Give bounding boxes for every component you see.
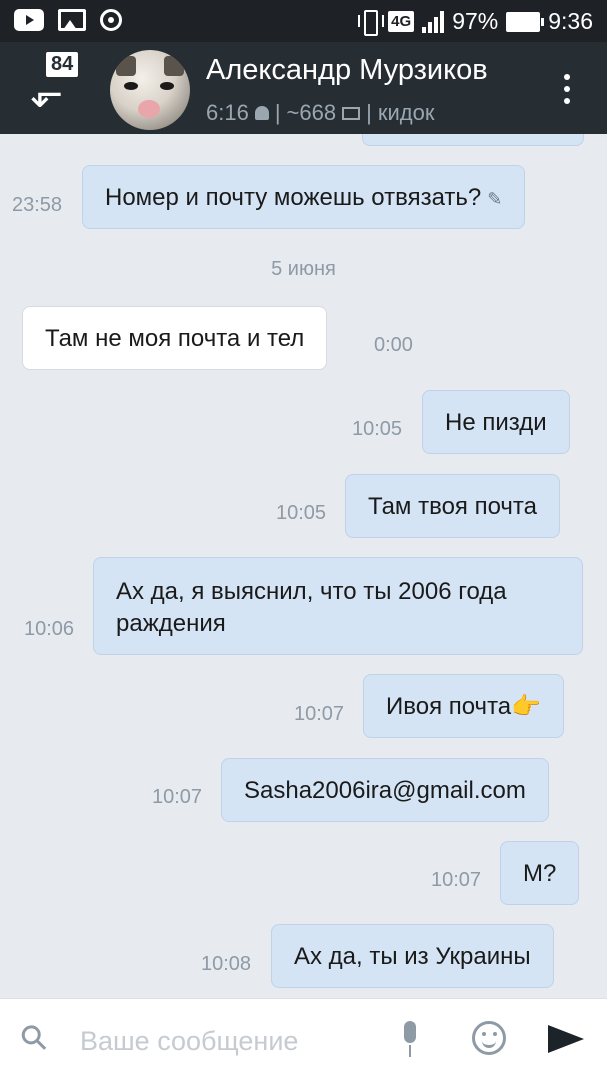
message-bubble-partial[interactable]: [362, 134, 584, 146]
followers-count: ~668: [286, 100, 337, 125]
message-bubble-outgoing[interactable]: Не пизди: [422, 390, 570, 454]
message-text: Там не моя почта и тел: [45, 325, 305, 352]
message-bubble-outgoing[interactable]: Ах да, ты из Украины: [271, 924, 554, 988]
network-type-label: 4G: [388, 11, 415, 32]
more-menu-icon[interactable]: [563, 74, 571, 104]
message-bubble-outgoing[interactable]: Ивоя почта👉: [363, 674, 565, 738]
message-time: 10:07: [294, 703, 345, 725]
message-time: 10:06: [24, 618, 75, 640]
android-icon: [254, 106, 269, 120]
gallery-notification-icon: [58, 9, 86, 31]
date-separator: 5 июня: [271, 258, 336, 280]
pointing-hand-emoji: 👉: [511, 693, 542, 720]
message-time: 0:00: [374, 334, 413, 356]
message-bubble-outgoing[interactable]: Ах да, я выяснил, что ты 2006 года ражде…: [93, 557, 583, 655]
message-input[interactable]: [80, 1023, 380, 1059]
message-text: М?: [523, 860, 557, 887]
status-text: кидок: [377, 100, 435, 125]
message-time: 23:58: [12, 194, 63, 216]
battery-percent: 97%: [452, 8, 499, 34]
message-text: Ах да, ты из Украины: [294, 943, 531, 970]
mail-icon: [342, 106, 361, 120]
contact-status-line: 6:16 | ~668 | кидок: [206, 100, 435, 125]
message-time: 10:07: [152, 786, 203, 808]
message-text-continued: раждения: [116, 610, 226, 637]
message-composer: ⚲: [0, 998, 607, 1080]
vibrate-icon: [358, 9, 385, 36]
message-bubble-outgoing[interactable]: Sasha2006ira@gmail.com: [221, 758, 549, 822]
message-text: Номер и почту можешь отвязать?: [105, 184, 482, 211]
last-seen-time: 6:16: [206, 100, 249, 125]
message-bubble-incoming[interactable]: Там не моя почта и тел: [22, 306, 328, 370]
message-time: 10:08: [201, 953, 252, 975]
message-time: 10:07: [431, 869, 482, 891]
clock: 9:36: [548, 8, 593, 34]
microphone-icon[interactable]: [400, 1021, 420, 1059]
avatar[interactable]: [110, 50, 190, 130]
battery-icon: [506, 11, 545, 32]
chat-header: 84 ⬐ Александр Мурзиков 6:16 | ~668 | ки…: [0, 42, 607, 134]
smiley-icon[interactable]: [472, 1021, 506, 1055]
message-text: Ивоя почта: [386, 693, 512, 720]
send-icon[interactable]: [548, 1025, 584, 1053]
message-text: Там твоя почта: [368, 493, 537, 520]
status-bar: 4G 97% 9:36: [0, 0, 607, 42]
media-notification-icon: [100, 9, 122, 31]
message-list[interactable]: 23:58 Номер и почту можешь отвязать? ✎ 5 …: [0, 134, 607, 998]
contact-name[interactable]: Александр Мурзиков: [206, 54, 488, 87]
message-text: Sasha2006ira@gmail.com: [244, 777, 526, 804]
message-text: Не пизди: [445, 409, 547, 436]
message-time: 10:05: [352, 418, 403, 440]
youtube-notification-icon: [14, 9, 44, 31]
back-arrow-icon: ⬐: [30, 72, 64, 116]
back-button[interactable]: 84 ⬐: [24, 52, 90, 122]
paperclip-icon[interactable]: ⚲: [12, 1016, 56, 1060]
message-bubble-outgoing[interactable]: Там твоя почта: [345, 474, 560, 538]
signal-icon: [422, 10, 445, 33]
message-time: 10:05: [276, 502, 327, 524]
message-bubble-outgoing[interactable]: М?: [500, 841, 580, 905]
message-text: Ах да, я выяснил, что ты 2006 года: [116, 578, 507, 605]
pencil-icon: ✎: [487, 189, 503, 209]
message-bubble-outgoing[interactable]: Номер и почту можешь отвязать? ✎: [82, 165, 526, 229]
